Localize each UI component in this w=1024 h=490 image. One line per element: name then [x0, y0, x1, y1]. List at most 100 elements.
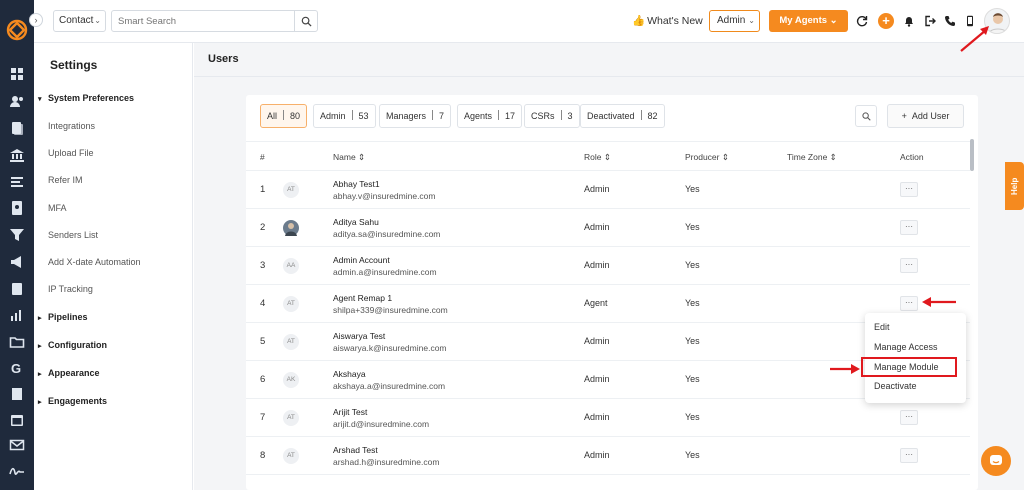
user-name[interactable]: Akshaya	[333, 369, 366, 379]
contact-card-icon[interactable]	[9, 200, 25, 216]
dashboard-icon[interactable]	[9, 66, 25, 82]
sheet-icon[interactable]	[9, 386, 25, 402]
user-name[interactable]: Arijit Test	[333, 407, 367, 417]
row-number: 3	[260, 260, 266, 271]
table-row: 2 Aditya Sahu aditya.sa@insuredmine.com …	[246, 209, 970, 247]
search-button[interactable]	[294, 10, 318, 32]
user-name[interactable]: Aiswarya Test	[333, 331, 385, 341]
google-icon[interactable]: G	[9, 360, 25, 376]
whats-new-label: What's New	[647, 15, 703, 27]
column-header-role[interactable]: Role ⇕	[584, 152, 611, 163]
brand-logo-icon[interactable]	[5, 18, 29, 42]
role-select[interactable]: Admin ⌄	[709, 10, 760, 32]
user-role: Admin	[584, 260, 610, 270]
sidebar-section-pipelines[interactable]: ▸ Pipelines	[38, 312, 88, 322]
filter-chip-all[interactable]: All 80	[260, 104, 308, 128]
user-email: arijit.d@insuredmine.com	[333, 419, 430, 429]
filter-chip-agents[interactable]: Agents 17	[457, 104, 523, 128]
bell-icon[interactable]	[903, 15, 915, 27]
chip-label: Managers	[386, 111, 427, 121]
row-action-menu-button[interactable]: ···	[900, 296, 918, 311]
whats-new-link[interactable]: 👍 What's New	[632, 14, 703, 27]
user-role: Admin	[584, 336, 610, 346]
sidebar-item-integrations[interactable]: Integrations	[48, 121, 95, 131]
search-icon	[301, 16, 312, 27]
sidebar-item-add-x-date-automation[interactable]: Add X-date Automation	[48, 257, 141, 267]
sidebar-section-configuration[interactable]: ▸ Configuration	[38, 340, 107, 350]
filter-chip-csrs[interactable]: CSRs 3	[524, 104, 580, 128]
menu-item-deactivate[interactable]: Deactivate	[874, 381, 917, 391]
context-select[interactable]: Contact ⌄	[53, 10, 106, 32]
sidebar-item-upload-file[interactable]: Upload File	[48, 148, 94, 158]
avatar: AT	[283, 448, 299, 464]
reports-icon[interactable]	[9, 307, 25, 323]
add-user-button[interactable]: + Add User	[887, 104, 964, 128]
user-producer: Yes	[685, 336, 700, 346]
sidebar-section-system-preferences[interactable]: ▾ System Preferences	[38, 93, 134, 103]
row-number: 2	[260, 222, 266, 233]
row-action-menu-button[interactable]: ···	[900, 182, 918, 197]
menu-item-edit[interactable]: Edit	[874, 322, 890, 332]
logout-icon[interactable]	[924, 15, 936, 27]
user-role: Admin	[584, 412, 610, 422]
user-role: Admin	[584, 374, 610, 384]
sidebar-section-engagements[interactable]: ▸ Engagements	[38, 396, 107, 406]
smart-search-input[interactable]	[111, 10, 295, 32]
contacts-icon[interactable]	[9, 93, 25, 109]
sidebar-section-appearance[interactable]: ▸ Appearance	[38, 368, 100, 378]
user-producer: Yes	[685, 222, 700, 232]
app-window: G › Contact ⌄ 👍What's New Admin ⌄ My Age…	[0, 0, 1024, 490]
settings-title: Settings	[50, 58, 98, 72]
my-agents-button[interactable]: My Agents ⌄	[769, 10, 848, 32]
filter-chip-admin[interactable]: Admin 53	[313, 104, 376, 128]
table-header: # Name ⇕ Role ⇕ Producer ⇕ Time Zone ⇕ A…	[246, 141, 970, 171]
column-header-name[interactable]: Name ⇕	[333, 152, 365, 163]
context-select-value: Contact	[59, 15, 94, 26]
sidebar-item-mfa[interactable]: MFA	[48, 203, 67, 213]
sidebar-item-refer-im[interactable]: Refer IM	[48, 175, 83, 185]
row-number: 5	[260, 336, 266, 347]
help-tab[interactable]: Help	[1005, 162, 1024, 210]
expand-rail-chevron-icon[interactable]: ›	[29, 13, 43, 27]
table-scrollbar[interactable]	[970, 139, 974, 171]
row-action-menu-button[interactable]: ···	[900, 220, 918, 235]
plus-icon: +	[901, 111, 907, 121]
menu-item-manage-access[interactable]: Manage Access	[874, 342, 938, 352]
chip-count: 53	[358, 111, 369, 121]
mail-icon[interactable]	[9, 437, 25, 453]
chat-launcher-button[interactable]	[981, 446, 1011, 476]
folder-icon[interactable]	[9, 334, 25, 350]
list-icon[interactable]	[9, 174, 25, 190]
row-number: 4	[260, 298, 266, 309]
user-search-button[interactable]	[855, 105, 877, 127]
user-producer: Yes	[685, 260, 700, 270]
row-action-menu-button[interactable]: ···	[900, 258, 918, 273]
column-header-producer[interactable]: Producer ⇕	[685, 152, 729, 163]
calendar-icon[interactable]	[9, 412, 25, 428]
column-header-time-zone[interactable]: Time Zone ⇕	[787, 152, 837, 163]
row-action-menu-button[interactable]: ···	[900, 410, 918, 425]
signature-icon[interactable]	[9, 463, 25, 479]
row-action-menu-button[interactable]: ···	[900, 448, 918, 463]
filter-chip-managers[interactable]: Managers 7	[379, 104, 452, 128]
refresh-icon[interactable]	[856, 15, 868, 27]
page-title: Users	[208, 53, 239, 65]
chip-label: CSRs	[531, 111, 555, 121]
documents-icon[interactable]	[9, 120, 25, 136]
sidebar-item-ip-tracking[interactable]: IP Tracking	[48, 284, 93, 294]
phone-icon[interactable]	[944, 15, 956, 27]
avatar: AT	[283, 410, 299, 426]
add-circle-icon[interactable]: +	[878, 13, 894, 29]
user-name[interactable]: Arshad Test	[333, 445, 378, 455]
user-name[interactable]: Agent Remap 1	[333, 293, 392, 303]
sidebar-item-senders-list[interactable]: Senders List	[48, 230, 98, 240]
icon-rail: G	[0, 0, 34, 490]
notes-icon[interactable]	[9, 281, 25, 297]
user-name[interactable]: Aditya Sahu	[333, 217, 379, 227]
bank-icon[interactable]	[9, 147, 25, 163]
user-name[interactable]: Admin Account	[333, 255, 390, 265]
filter-icon[interactable]	[9, 227, 25, 243]
user-name[interactable]: Abhay Test1	[333, 179, 380, 189]
megaphone-icon[interactable]	[9, 254, 25, 270]
filter-chip-deactivated[interactable]: Deactivated 82	[580, 104, 665, 128]
